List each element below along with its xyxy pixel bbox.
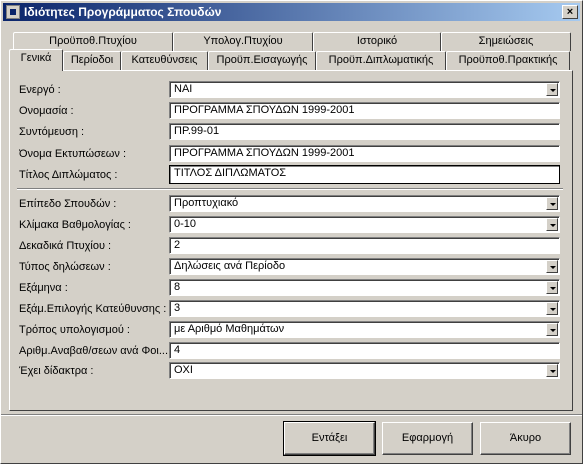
cancel-button[interactable]: Άκυρο (480, 422, 571, 455)
tab-thesis-prereq[interactable]: Προϋπ.Διπλωματικής (316, 51, 446, 70)
window-title: Ιδιότητες Προγράμματος Σπουδών (24, 5, 222, 19)
app-icon (6, 5, 20, 19)
declaration-type-select[interactable]: Δηλώσεις ανά Περίοδο (169, 258, 560, 275)
tab-degree-calculation[interactable]: Υπολογ.Πτυχίου (173, 32, 313, 51)
print-name-label: Όνομα Εκτυπώσεων : (19, 148, 127, 160)
study-level-label: Επίπεδο Σπουδών : (19, 198, 117, 210)
upgrades-count-field[interactable]: 4 (169, 342, 560, 359)
apply-button[interactable]: Εφαρμογή (382, 422, 473, 455)
tab-general[interactable]: Γενικά (9, 49, 63, 71)
tab-history[interactable]: Ιστορικό (313, 32, 441, 51)
section-divider (17, 188, 563, 190)
tab-notes[interactable]: Σημειώσεις (441, 32, 571, 51)
print-name-field[interactable]: ΠΡΟΓΡΑΜΜΑ ΣΠΟΥΔΩΝ 1999-2001 (169, 145, 560, 162)
diploma-title-field[interactable]: ΤΙΤΛΟΣ ΔΙΠΛΩΜΑΤΟΣ (169, 165, 560, 184)
chevron-down-icon[interactable] (546, 197, 558, 210)
ok-button[interactable]: Εντάξει (283, 421, 376, 456)
chevron-down-icon[interactable] (546, 260, 558, 273)
chevron-down-icon[interactable] (546, 218, 558, 231)
tab-admission-prereq[interactable]: Προϋπ.Εισαγωγής (208, 51, 316, 70)
name-field[interactable]: ΠΡΟΓΡΑΜΜΑ ΣΠΟΥΔΩΝ 1999-2001 (169, 102, 560, 119)
footer-divider (1, 414, 582, 416)
active-value: ΝΑΙ (174, 83, 193, 95)
properties-dialog: Ιδιότητες Προγράμματος Σπουδών × Προϋποθ… (0, 0, 583, 464)
tuition-label: Έχει δίδακτρα : (19, 365, 94, 377)
chevron-down-icon[interactable] (546, 83, 558, 96)
degree-decimals-label: Δεκαδικά Πτυχίου : (19, 240, 112, 252)
diploma-title-label: Τίτλος Διπλώματος : (19, 169, 118, 181)
chevron-down-icon[interactable] (546, 364, 558, 377)
study-level-select[interactable]: Προπτυχιακό (169, 195, 560, 212)
tuition-select[interactable]: ΟΧΙ (169, 362, 560, 379)
short-name-label: Συντόμευση : (19, 126, 85, 138)
calculation-method-select[interactable]: με Αριθμό Μαθημάτων (169, 321, 560, 338)
active-select[interactable]: ΝΑΙ (169, 81, 560, 98)
name-label: Ονομασία : (19, 105, 74, 117)
short-name-field[interactable]: ΠΡ.99-01 (169, 123, 560, 140)
active-label: Ενεργό : (19, 84, 61, 96)
grading-scale-value: 0-10 (174, 218, 197, 230)
semesters-value: 8 (174, 281, 181, 293)
declaration-type-label: Τύπος δηλώσεων : (19, 261, 111, 273)
calculation-method-label: Τρόπος υπολογισμού : (19, 324, 130, 336)
tab-periods[interactable]: Περίοδοι (63, 51, 121, 70)
chevron-down-icon[interactable] (546, 281, 558, 294)
grading-scale-select[interactable]: 0-10 (169, 216, 560, 233)
study-level-value: Προπτυχιακό (174, 197, 239, 209)
direction-semester-value: 3 (174, 302, 181, 314)
tab-practice-prereq[interactable]: Προϋποθ.Πρακτικής (446, 51, 570, 70)
grading-scale-label: Κλίμακα Βαθμολογίας : (19, 219, 131, 231)
direction-semester-label: Εξάμ.Επιλογής Κατεύθυνσης : (19, 303, 167, 315)
title-bar: Ιδιότητες Προγράμματος Σπουδών × (3, 3, 580, 21)
direction-semester-select[interactable]: 3 (169, 300, 560, 317)
declaration-type-value: Δηλώσεις ανά Περίοδο (174, 260, 286, 272)
chevron-down-icon[interactable] (546, 323, 558, 336)
tuition-value: ΟΧΙ (174, 364, 193, 376)
degree-decimals-field[interactable]: 2 (169, 237, 560, 254)
tab-directions[interactable]: Κατευθύνσεις (121, 51, 208, 70)
calculation-method-value: με Αριθμό Μαθημάτων (174, 323, 285, 335)
semesters-label: Εξάμηνα : (19, 282, 68, 294)
chevron-down-icon[interactable] (546, 302, 558, 315)
close-button[interactable]: × (562, 5, 578, 19)
semesters-select[interactable]: 8 (169, 279, 560, 296)
upgrades-count-label: Αριθμ.Αναβαθ/σεων ανά Φοι... (19, 345, 169, 357)
